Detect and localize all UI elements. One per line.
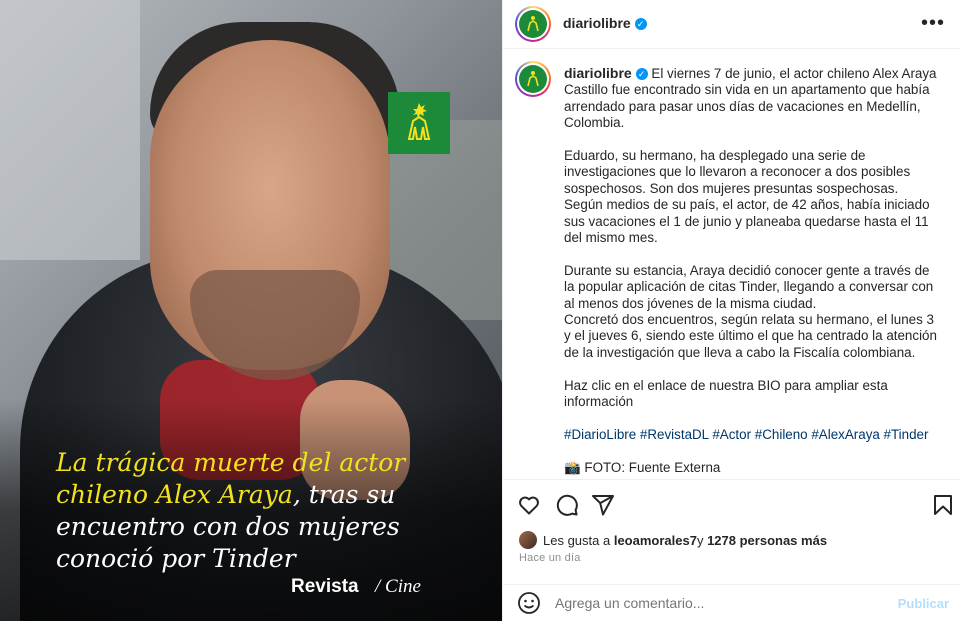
background-building xyxy=(0,0,140,260)
liker-avatar[interactable] xyxy=(519,531,537,549)
post-headline: La trágica muerte del actor chileno Alex… xyxy=(56,447,456,575)
bookmark-icon[interactable] xyxy=(931,493,955,517)
comment-icon[interactable] xyxy=(555,493,579,517)
post-image[interactable]: La trágica muerte del actor chileno Alex… xyxy=(0,0,502,621)
more-options-icon[interactable]: ••• xyxy=(921,12,945,35)
caption-paragraph: Eduardo, su hermano, ha desplegado una s… xyxy=(564,148,930,246)
comment-bar: Publicar xyxy=(503,584,960,621)
comment-input[interactable] xyxy=(555,595,855,611)
caption-avatar[interactable] xyxy=(515,61,551,97)
post-caption: diariolibre ✓ El viernes 7 de junio, el a… xyxy=(564,65,939,479)
header-avatar[interactable] xyxy=(515,6,551,42)
likes-count[interactable]: 1278 personas más xyxy=(707,533,827,548)
publish-button[interactable]: Publicar xyxy=(898,596,949,611)
emoji-icon[interactable] xyxy=(517,591,541,615)
image-section-label: / Cine xyxy=(375,576,421,597)
caption-username[interactable]: diariolibre xyxy=(564,65,632,81)
likes-middle: y xyxy=(696,532,704,548)
caption-hashtags[interactable]: #DiarioLibre #RevistaDL #Actor #Chileno … xyxy=(564,427,939,443)
post-header: diariolibre ✓ ••• xyxy=(503,0,960,49)
caption-photo-credit: 📸 FOTO: Fuente Externa xyxy=(564,459,721,475)
likes-prefix: Les gusta a xyxy=(543,532,611,548)
avatar-logo-icon xyxy=(527,71,539,87)
header-username[interactable]: diariolibre xyxy=(563,15,631,31)
caption-paragraph: Durante su estancia, Araya decidió conoc… xyxy=(564,262,937,360)
likes-summary: Les gusta a leoamorales7 y 1278 personas… xyxy=(519,530,827,550)
avatar-logo-icon xyxy=(527,16,539,32)
liker-username[interactable]: leoamorales7 xyxy=(614,533,697,548)
send-icon[interactable] xyxy=(591,493,615,517)
verified-badge-icon: ✓ xyxy=(634,18,647,30)
comments-area[interactable]: diariolibre ✓ El viernes 7 de junio, el a… xyxy=(503,49,960,479)
post-timestamp[interactable]: Hace un día xyxy=(519,552,581,564)
caption-paragraph: Haz clic en el enlace de nuestra BIO par… xyxy=(564,377,888,410)
diariolibre-logo-icon xyxy=(388,92,450,154)
heart-icon[interactable] xyxy=(517,493,541,517)
image-brand-label: Revista xyxy=(291,576,359,597)
post-panel: diariolibre ✓ ••• diariolibre ✓ El viernes… xyxy=(502,0,960,621)
verified-badge-icon: ✓ xyxy=(635,68,648,80)
action-bar xyxy=(503,479,960,529)
